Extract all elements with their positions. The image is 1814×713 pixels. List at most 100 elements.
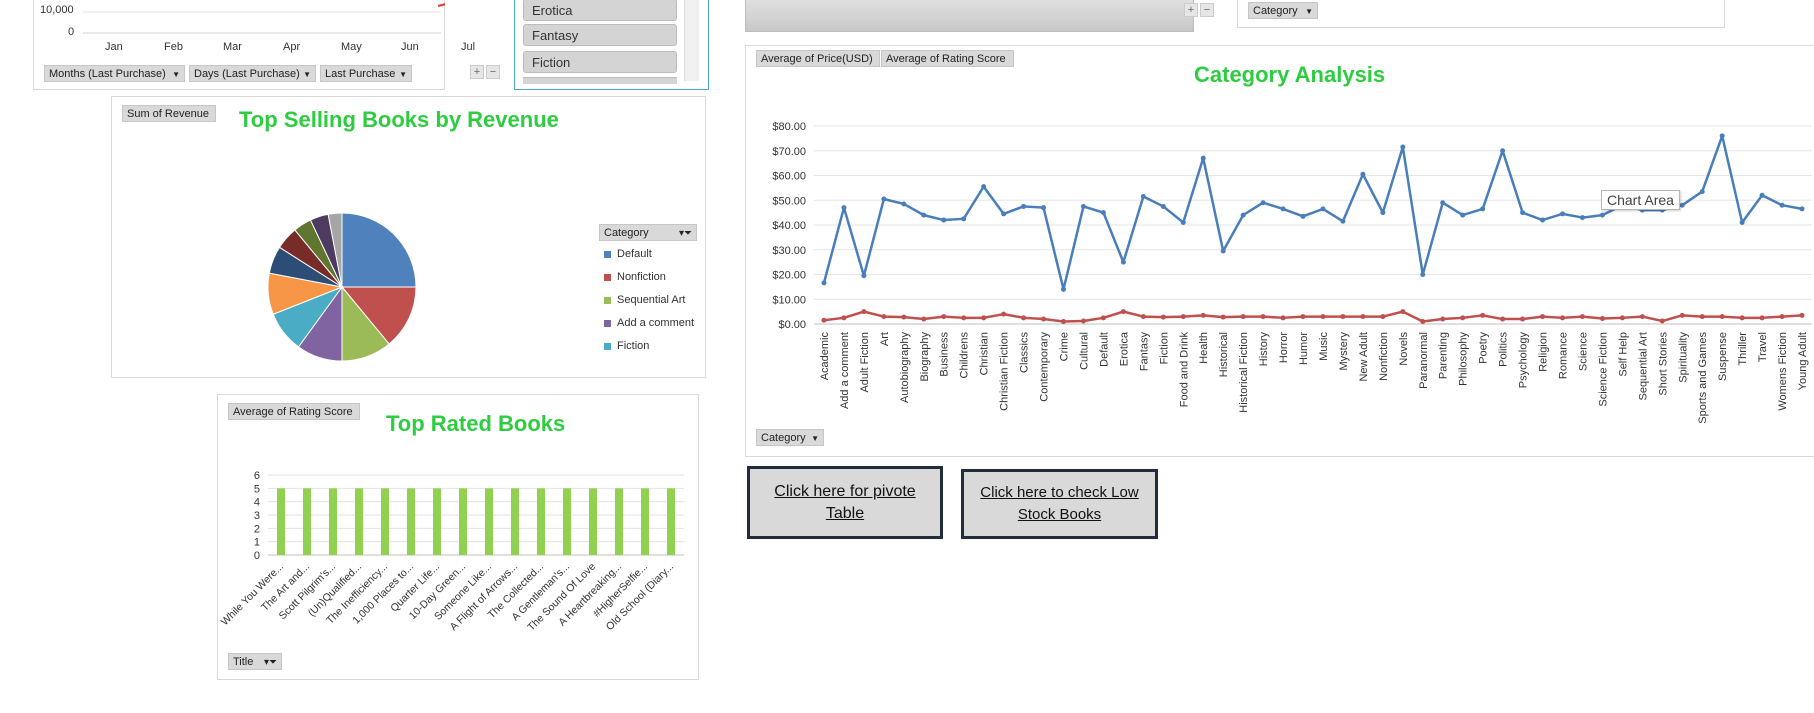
bar — [303, 488, 311, 555]
dropdown-icon: ▼ — [811, 434, 819, 443]
collapse-field-button[interactable]: − — [486, 65, 500, 79]
series-line — [822, 134, 1803, 291]
x-tick-label: Short Stories — [1657, 332, 1669, 396]
data-point — [861, 273, 867, 279]
x-tick-label: Christian Fiction — [999, 332, 1011, 411]
chart-title: Top Rated Books — [386, 411, 566, 436]
data-point — [1420, 319, 1426, 325]
category-field-button[interactable]: Category ▼ — [1248, 2, 1318, 19]
data-point — [1380, 210, 1386, 216]
data-point — [1360, 171, 1366, 177]
days-field-button[interactable]: Days (Last Purchase) ▼ — [189, 65, 316, 82]
x-tick-label: Young Adult — [1797, 332, 1809, 390]
x-tick-label: Mystery — [1338, 332, 1350, 371]
data-point — [1120, 309, 1126, 315]
y-tick-label: $60.00 — [772, 171, 806, 183]
category-slicer[interactable]: Erotica Fantasy Fiction — [514, 0, 709, 90]
expand-field-button[interactable]: + — [470, 65, 484, 79]
x-tick-label: Childrens — [959, 332, 971, 379]
slicer-item-erotica[interactable]: Erotica — [523, 0, 677, 21]
y-tick-label: $70.00 — [772, 146, 806, 158]
top-chart-fragment: + − — [745, 0, 1214, 32]
rating-score-field-button[interactable]: Average of Rating Score — [228, 403, 360, 420]
slicer-item-label: Erotica — [532, 3, 573, 18]
price-field-button[interactable]: Average of Price(USD) — [756, 50, 880, 67]
title-filter-button[interactable]: Title ▾⏷ — [228, 653, 282, 670]
bar — [381, 488, 389, 555]
x-tick-label: Sequential Art — [1637, 332, 1649, 401]
rating-field-button[interactable]: Average of Rating Score — [881, 50, 1014, 67]
filter-icon: ▾⏷ — [263, 657, 277, 668]
data-point — [1180, 314, 1186, 320]
data-point — [1779, 314, 1785, 320]
data-point — [1520, 210, 1526, 216]
x-tick-label: Academic — [819, 332, 831, 381]
data-point — [1799, 206, 1805, 212]
x-tick-label: Food and Drink — [1178, 332, 1190, 408]
data-point — [1460, 212, 1466, 218]
x-tick-label: Classics — [1019, 332, 1031, 373]
top-selling-books-chart[interactable]: Sum of Revenue Top Selling Books by Reve… — [111, 96, 706, 378]
data-point — [1719, 133, 1725, 139]
slicer-item-fiction[interactable]: Fiction — [523, 51, 677, 73]
legend-swatch — [604, 296, 611, 304]
x-tick-label: Health — [1198, 332, 1210, 364]
data-point — [1460, 315, 1466, 321]
field-label: Sum of Revenue — [127, 108, 209, 120]
data-point — [1679, 312, 1685, 318]
data-point — [1380, 314, 1386, 320]
x-tick-label: Erotica — [1118, 331, 1130, 366]
data-point — [1300, 314, 1306, 320]
data-point — [1100, 210, 1106, 216]
category-analysis-chart[interactable]: Average of Price(USD) Average of Rating … — [745, 45, 1814, 457]
top-rated-books-chart[interactable]: Average of Rating Score Top Rated Books … — [217, 394, 699, 680]
category-axis-button[interactable]: Category ▼ — [756, 429, 824, 446]
y-tick-label: 1 — [254, 537, 260, 549]
pivot-table-button[interactable]: Click here for pivote Table — [747, 466, 943, 539]
data-point — [1560, 315, 1565, 321]
field-label: Average of Rating Score — [886, 53, 1006, 65]
data-point — [861, 309, 867, 315]
expand-field-button[interactable]: + — [1184, 3, 1198, 17]
y-tick-label: 5 — [254, 483, 260, 495]
data-point — [961, 216, 967, 222]
slicer-item-fantasy[interactable]: Fantasy — [523, 24, 677, 46]
data-point — [1041, 205, 1047, 211]
month-label: Jun — [401, 41, 419, 53]
slicer-scrollbar[interactable] — [684, 0, 699, 81]
last-purchase-field-button[interactable]: Last Purchase ▼ — [320, 65, 412, 82]
category-filter-button[interactable]: Category ▾⏷ — [599, 224, 697, 241]
x-tick-label: Politics — [1498, 332, 1510, 367]
y-tick-label: $20.00 — [772, 270, 806, 282]
legend-label: Add a comment — [617, 317, 695, 329]
bar — [485, 488, 493, 555]
data-point — [1400, 309, 1406, 315]
collapse-field-button[interactable]: − — [1200, 3, 1214, 17]
data-point — [821, 280, 827, 286]
x-tick-label: Nonfiction — [1378, 332, 1390, 381]
low-stock-button[interactable]: Click here to check Low Stock Books — [961, 469, 1158, 539]
data-point — [1480, 312, 1486, 318]
x-tick-label: Parenting — [1438, 332, 1450, 379]
data-point — [1480, 206, 1486, 212]
data-point — [1540, 314, 1546, 320]
data-point — [1739, 220, 1745, 226]
y-tick-label: $80.00 — [772, 121, 806, 133]
x-tick-label: Humor — [1298, 332, 1310, 365]
pie-slice — [341, 212, 417, 288]
sum-of-revenue-field-button[interactable]: Sum of Revenue — [122, 105, 216, 122]
data-point — [1100, 315, 1106, 321]
data-point — [1021, 203, 1027, 209]
y-tick-label: $30.00 — [772, 245, 806, 257]
field-label: Title — [233, 656, 254, 668]
trend-x-labels: Jan Feb Mar Apr May Jun Jul — [90, 41, 490, 55]
slicer-more-edge — [523, 77, 677, 84]
data-point — [901, 201, 907, 207]
months-field-button[interactable]: Months (Last Purchase) ▼ — [44, 65, 185, 82]
legend-label: Sequential Art — [617, 294, 686, 306]
data-point — [941, 314, 947, 320]
x-tick-label: New Adult — [1358, 332, 1370, 382]
bar — [511, 488, 519, 555]
dropdown-icon: ▼ — [303, 70, 311, 79]
chart-title: Category Analysis — [1194, 62, 1386, 87]
